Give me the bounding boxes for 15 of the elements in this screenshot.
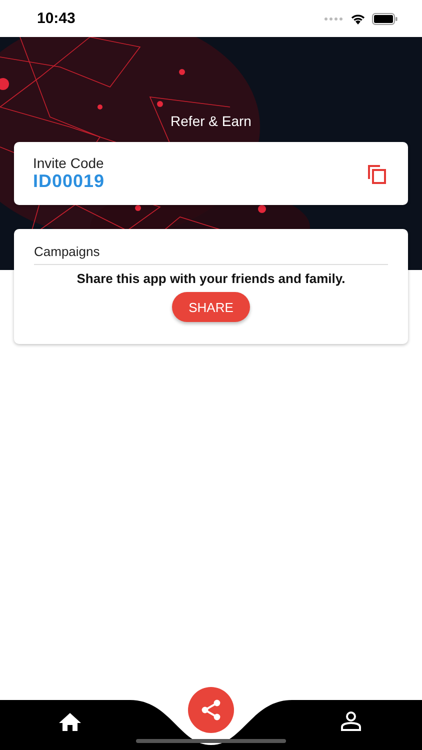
invite-label: Invite Code bbox=[33, 155, 105, 171]
battery-icon bbox=[372, 12, 398, 24]
wifi-icon bbox=[350, 12, 366, 24]
invite-code: ID00019 bbox=[33, 171, 105, 192]
share-message: Share this app with your friends and family. bbox=[76, 271, 346, 286]
share-fab[interactable] bbox=[188, 687, 234, 733]
share-icon bbox=[200, 699, 222, 721]
status-time: 10:43 bbox=[37, 10, 76, 27]
share-button[interactable]: SHARE bbox=[172, 292, 250, 322]
campaigns-title: Campaigns bbox=[34, 244, 388, 265]
copy-icon[interactable] bbox=[366, 162, 388, 184]
page-title: Refer & Earn bbox=[170, 113, 252, 131]
home-icon[interactable] bbox=[58, 712, 82, 732]
signal-icon bbox=[324, 16, 344, 20]
profile-icon[interactable] bbox=[340, 710, 362, 732]
